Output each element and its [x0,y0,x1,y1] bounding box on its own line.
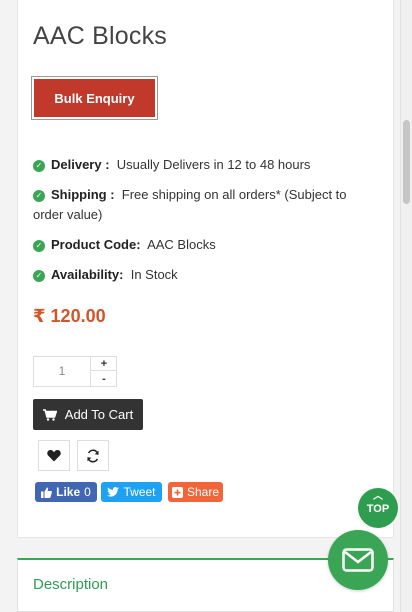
refresh-icon [87,448,99,463]
like-label: Like [56,485,81,499]
availability-value: In Stock [130,267,178,282]
plus-square-icon [171,486,183,498]
thumbs-up-icon [41,487,53,498]
like-count: 0 [84,485,91,499]
quantity-increase-button[interactable]: + [90,357,117,371]
product-code-row: ✓ Product Code: AAC Blocks [33,235,363,255]
price-value: 120.00 [50,306,106,326]
availability-key: Availability: [51,267,124,282]
quantity-stepper: 1 + - [33,356,117,387]
share-button[interactable]: Share [168,482,223,502]
contact-mail-button[interactable] [328,530,388,590]
add-to-cart-button[interactable]: Add To Cart [33,399,143,430]
wishlist-button[interactable] [38,440,70,471]
check-circle-icon: ✓ [33,240,45,252]
envelope-icon [342,548,374,572]
tab-description[interactable]: Description [33,576,108,593]
scrollbar-thumb[interactable] [403,120,410,204]
rupee-symbol: ₹ [33,306,46,326]
delivery-row: ✓ Delivery : Usually Delivers in 12 to 48… [33,155,363,175]
quantity-input[interactable]: 1 [34,357,90,386]
add-to-cart-label: Add To Cart [64,407,134,422]
heart-icon [47,449,61,462]
check-circle-icon: ✓ [33,160,45,172]
facebook-like-button[interactable]: Like 0 [35,482,97,502]
check-circle-icon: ✓ [33,270,45,282]
tweet-label: Tweet [123,485,156,499]
bulk-enquiry-button[interactable]: Bulk Enquiry [31,76,158,120]
cart-icon [42,408,57,421]
check-circle-icon: ✓ [33,190,45,202]
chevron-up-icon: ︿ [373,491,383,502]
product-price: ₹ 120.00 [33,306,106,327]
product-code-value: AAC Blocks [147,237,216,252]
availability-row: ✓ Availability: In Stock [33,265,363,285]
compare-button[interactable] [77,440,109,471]
product-title: AAC Blocks [33,22,167,50]
tweet-button[interactable]: Tweet [101,482,162,502]
delivery-value: Usually Delivers in 12 to 48 hours [116,157,311,172]
share-label: Share [186,485,220,499]
delivery-key: Delivery : [51,157,110,172]
shipping-row: ✓ Shipping : Free shipping on all orders*… [33,185,363,225]
top-label: TOP [366,503,390,515]
twitter-bird-icon [107,487,120,497]
back-to-top-button[interactable]: ︿ TOP [358,488,398,528]
shipping-key: Shipping : [51,187,115,202]
page-scrollbar[interactable] [400,0,412,612]
quantity-decrease-button[interactable]: - [90,372,117,386]
product-code-key: Product Code: [51,237,141,252]
